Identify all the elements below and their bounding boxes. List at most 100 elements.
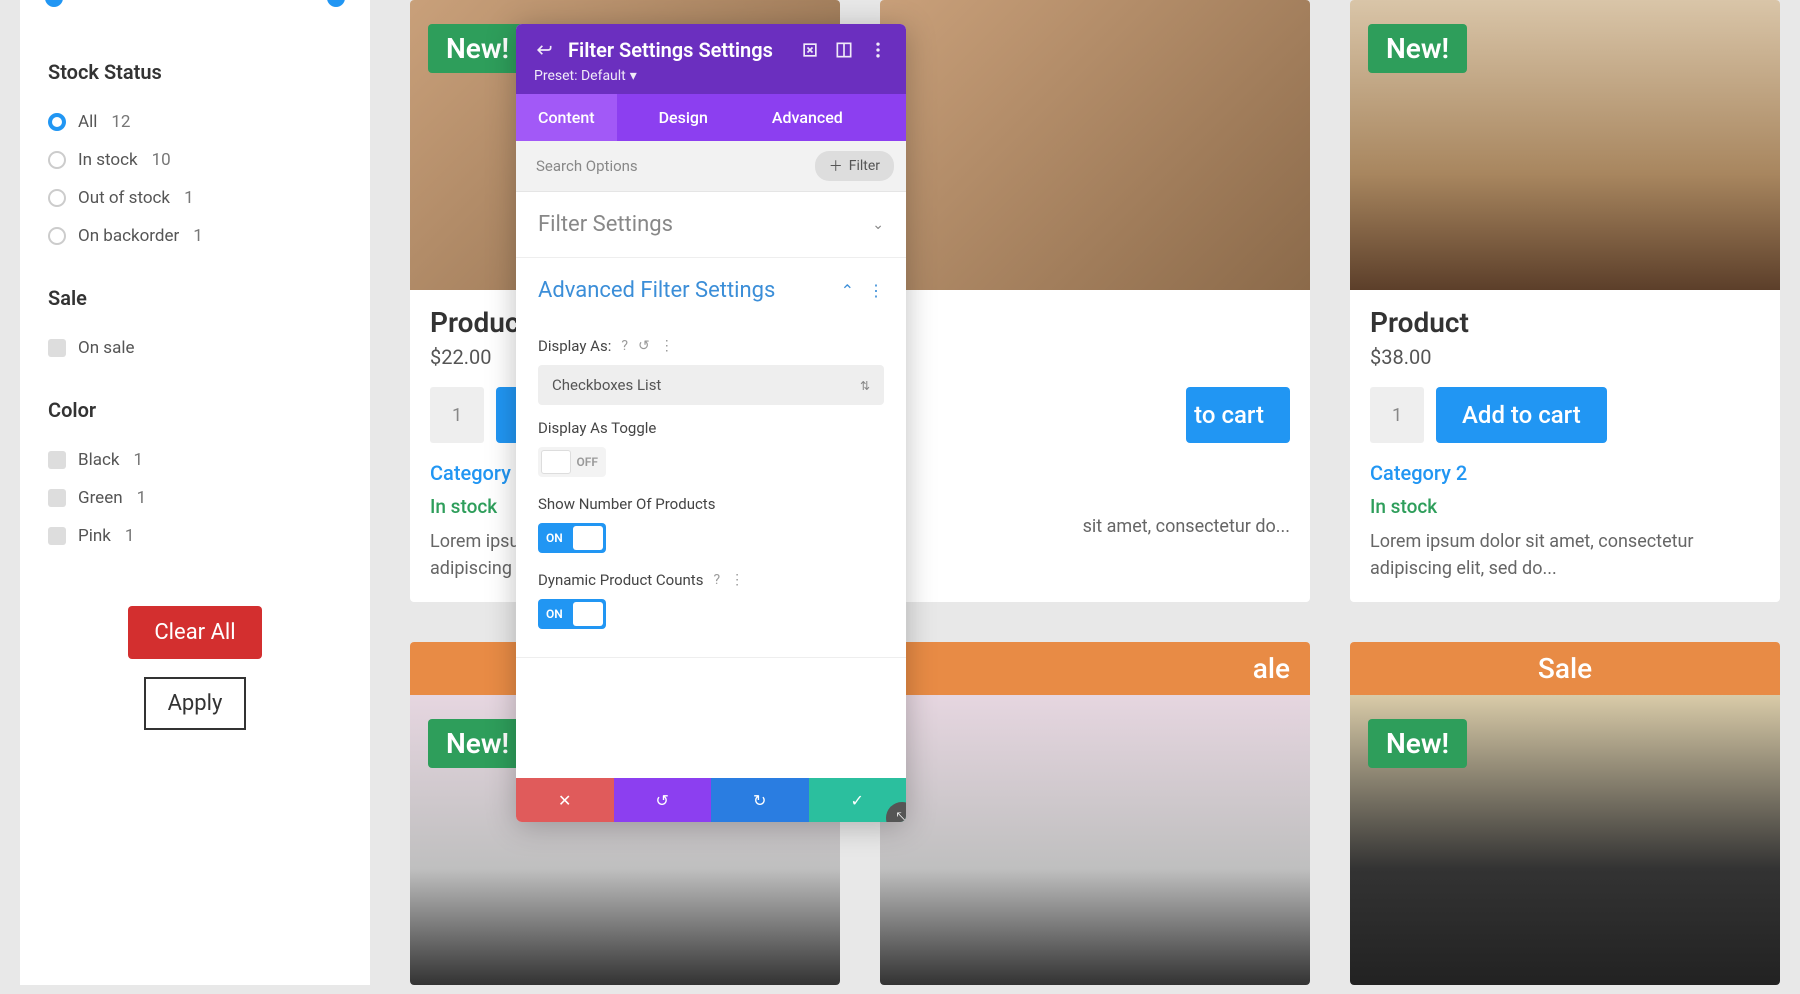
reset-icon[interactable]: ↺ bbox=[638, 338, 650, 354]
product-title bbox=[900, 306, 1290, 339]
slider-handle-max[interactable] bbox=[327, 0, 345, 7]
quantity-input[interactable] bbox=[1370, 387, 1424, 443]
field-dynamic-counts: Dynamic Product Counts ? ⋮ ON bbox=[516, 557, 906, 658]
color-option-green[interactable]: Green 1 bbox=[48, 488, 342, 508]
section-filter-settings[interactable]: Filter Settings ⌄ bbox=[516, 192, 906, 258]
product-card: New! to cart sit amet, consectetur do... bbox=[880, 0, 1310, 602]
add-to-cart-button[interactable]: Add to cart bbox=[1436, 387, 1607, 443]
panel-header[interactable]: Filter Settings Settings Preset: Default… bbox=[516, 24, 906, 94]
sale-filter: Sale On sale bbox=[48, 286, 342, 358]
product-card: Sale New! bbox=[1350, 642, 1780, 985]
product-price: $38.00 bbox=[1370, 345, 1760, 369]
panel-tabs: Content Design Advanced bbox=[516, 94, 906, 141]
add-filter-button[interactable]: ＋ Filter bbox=[815, 151, 894, 181]
option-label: Green bbox=[78, 488, 123, 508]
color-option-black[interactable]: Black 1 bbox=[48, 450, 342, 470]
sale-option-onsale[interactable]: On sale bbox=[48, 338, 342, 358]
chevron-up-icon: ⌃ bbox=[841, 281, 854, 300]
product-image: New! bbox=[1350, 0, 1780, 290]
tab-advanced[interactable]: Advanced bbox=[750, 94, 865, 141]
preset-dropdown[interactable]: Preset: Default▾ bbox=[534, 68, 637, 84]
more-icon[interactable] bbox=[868, 40, 888, 60]
more-icon[interactable]: ⋮ bbox=[730, 572, 744, 588]
stock-label: In stock bbox=[1370, 495, 1760, 518]
back-icon[interactable] bbox=[534, 40, 554, 60]
toggle-knob bbox=[541, 450, 571, 474]
new-badge: New! bbox=[1368, 24, 1467, 73]
filters-sidebar: $0 $100 Stock Status All 12 In stock 10 … bbox=[20, 0, 370, 985]
option-label: In stock bbox=[78, 150, 138, 170]
option-count: 1 bbox=[137, 488, 147, 508]
toggle-knob bbox=[573, 526, 603, 550]
cancel-button[interactable]: ✕ bbox=[516, 778, 614, 822]
display-as-select[interactable]: Checkboxes List bbox=[538, 365, 884, 405]
quantity-input[interactable] bbox=[430, 387, 484, 443]
stock-option-backorder[interactable]: On backorder 1 bbox=[48, 226, 342, 246]
expand-icon[interactable] bbox=[800, 40, 820, 60]
tab-design[interactable]: Design bbox=[637, 94, 730, 141]
stock-option-all[interactable]: All 12 bbox=[48, 112, 342, 132]
option-label: Out of stock bbox=[78, 188, 170, 208]
color-option-pink[interactable]: Pink 1 bbox=[48, 526, 342, 546]
product-description: Lorem ipsum dolor sit amet, consectetur … bbox=[1370, 528, 1760, 582]
option-count: 10 bbox=[152, 150, 171, 170]
option-label: All bbox=[78, 112, 97, 132]
slider-handle-min[interactable] bbox=[45, 0, 63, 7]
category-link[interactable]: Category 2 bbox=[1370, 461, 1760, 485]
more-icon[interactable]: ⋮ bbox=[868, 281, 884, 300]
panel-body: Filter Settings ⌄ Advanced Filter Settin… bbox=[516, 192, 906, 778]
more-icon[interactable]: ⋮ bbox=[660, 338, 674, 354]
clear-all-button[interactable]: Clear All bbox=[128, 606, 261, 659]
field-show-number: Show Number Of Products ON bbox=[516, 481, 906, 557]
color-filter: Color Black 1 Green 1 Pink 1 bbox=[48, 398, 342, 546]
product-title: Product bbox=[1370, 306, 1760, 339]
dynamic-counts-switch[interactable]: ON bbox=[538, 599, 606, 629]
layout-icon[interactable] bbox=[834, 40, 854, 60]
checkbox-icon bbox=[48, 527, 66, 545]
product-image bbox=[880, 695, 1310, 985]
stock-heading: Stock Status bbox=[48, 60, 342, 84]
radio-icon bbox=[48, 113, 66, 131]
field-label-text: Display As Toggle bbox=[538, 419, 656, 437]
field-display-toggle: Display As Toggle OFF bbox=[516, 405, 906, 481]
panel-footer: ✕ ↺ ↻ ✓ bbox=[516, 778, 906, 822]
add-to-cart-button[interactable]: to cart bbox=[1186, 387, 1290, 443]
undo-icon: ↺ bbox=[656, 791, 669, 810]
stock-status-filter: Stock Status All 12 In stock 10 Out of s… bbox=[48, 60, 342, 246]
option-label: Pink bbox=[78, 526, 111, 546]
new-badge: New! bbox=[428, 719, 527, 768]
toggle-knob bbox=[573, 602, 603, 626]
sale-banner: Sale bbox=[1350, 642, 1780, 695]
redo-button[interactable]: ↻ bbox=[711, 778, 809, 822]
radio-icon bbox=[48, 189, 66, 207]
sale-heading: Sale bbox=[48, 286, 342, 310]
product-price bbox=[900, 345, 1290, 369]
radio-icon bbox=[48, 227, 66, 245]
tab-content[interactable]: Content bbox=[516, 94, 617, 141]
help-icon[interactable]: ? bbox=[621, 338, 628, 354]
new-badge: New! bbox=[1368, 719, 1467, 768]
panel-search-row: Search Options ＋ Filter bbox=[516, 141, 906, 192]
redo-icon: ↻ bbox=[753, 791, 766, 810]
help-icon[interactable]: ? bbox=[713, 572, 720, 588]
field-display-as: Display As: ? ↺ ⋮ Checkboxes List bbox=[516, 323, 906, 405]
product-card: ale bbox=[880, 642, 1310, 985]
field-label-text: Dynamic Product Counts bbox=[538, 571, 703, 589]
stock-option-instock[interactable]: In stock 10 bbox=[48, 150, 342, 170]
product-image: New! bbox=[880, 0, 1310, 290]
color-heading: Color bbox=[48, 398, 342, 422]
show-number-switch[interactable]: ON bbox=[538, 523, 606, 553]
undo-button[interactable]: ↺ bbox=[614, 778, 712, 822]
display-toggle-switch[interactable]: OFF bbox=[538, 447, 606, 477]
search-input[interactable]: Search Options bbox=[528, 157, 815, 175]
section-advanced-filter[interactable]: Advanced Filter Settings ⌃ ⋮ bbox=[516, 258, 906, 323]
product-description: sit amet, consectetur do... bbox=[900, 513, 1290, 540]
new-badge: New! bbox=[428, 24, 527, 73]
product-card: New! Product $38.00 Add to cart Category… bbox=[1350, 0, 1780, 602]
chevron-down-icon: ⌄ bbox=[872, 217, 884, 233]
check-icon: ✓ bbox=[851, 791, 864, 810]
radio-icon bbox=[48, 151, 66, 169]
field-label-text: Show Number Of Products bbox=[538, 495, 715, 513]
apply-button[interactable]: Apply bbox=[144, 677, 247, 730]
stock-option-outofstock[interactable]: Out of stock 1 bbox=[48, 188, 342, 208]
